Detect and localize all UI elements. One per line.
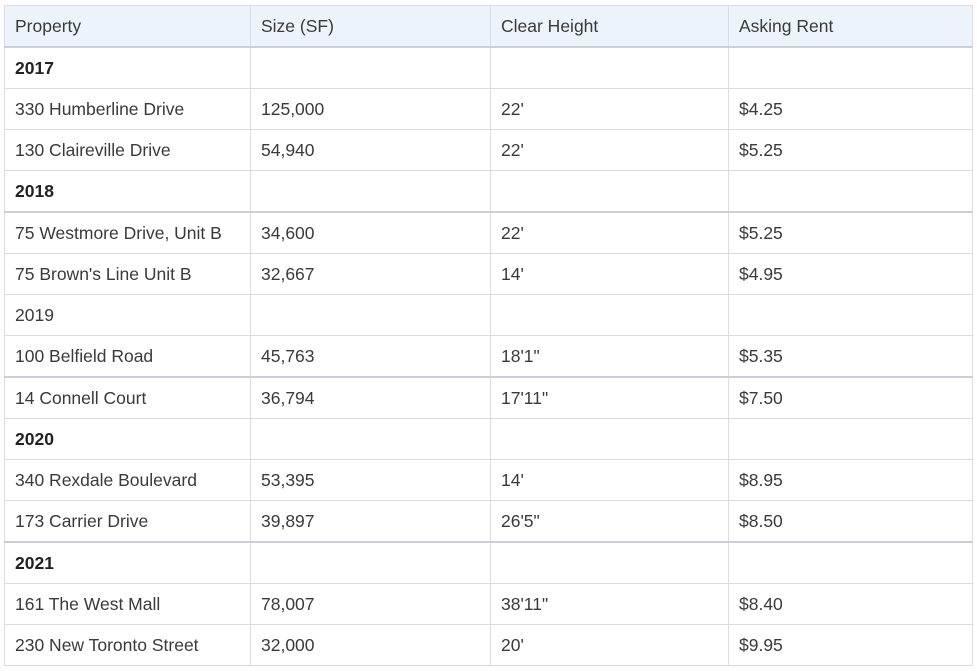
- year-label: 2018: [4, 170, 251, 213]
- table-row: 75 Brown's Line Unit B 32,667 14' $4.95: [4, 253, 973, 295]
- cell-size: 54,940: [250, 129, 491, 171]
- year-group-row: 2021: [4, 541, 973, 584]
- cell-size: [250, 541, 491, 584]
- properties-table: Property Size (SF) Clear Height Asking R…: [4, 5, 973, 666]
- table-row: 340 Rexdale Boulevard 53,395 14' $8.95: [4, 459, 973, 501]
- cell-property: 100 Belfield Road: [4, 335, 251, 378]
- cell-size: [250, 46, 491, 89]
- year-group-row: 2019: [4, 294, 973, 336]
- year-label: 2021: [4, 541, 251, 584]
- year-group-row: 2020: [4, 418, 973, 460]
- cell-property: 330 Humberline Drive: [4, 88, 251, 130]
- cell-size: 125,000: [250, 88, 491, 130]
- year-group-row: 2018: [4, 170, 973, 213]
- cell-size: 34,600: [250, 211, 491, 254]
- table-row: 130 Claireville Drive 54,940 22' $5.25: [4, 129, 973, 171]
- cell-property: 161 The West Mall: [4, 583, 251, 625]
- cell-asking-rent: [728, 418, 973, 460]
- cell-property: 14 Connell Court: [4, 376, 251, 419]
- cell-clear-height: [490, 170, 729, 213]
- cell-clear-height: [490, 541, 729, 584]
- table-row: 100 Belfield Road 45,763 18'1" $5.35: [4, 335, 973, 378]
- year-label: 2017: [4, 46, 251, 89]
- table-row: 14 Connell Court 36,794 17'11" $7.50: [4, 376, 973, 419]
- cell-size: [250, 294, 491, 336]
- cell-clear-height: 18'1": [490, 335, 729, 378]
- cell-clear-height: [490, 46, 729, 89]
- cell-size: 32,667: [250, 253, 491, 295]
- cell-size: 36,794: [250, 376, 491, 419]
- cell-property: 75 Westmore Drive, Unit B: [4, 211, 251, 254]
- table-row: 173 Carrier Drive 39,897 26'5" $8.50: [4, 500, 973, 543]
- table-row: 230 New Toronto Street 32,000 20' $9.95: [4, 624, 973, 666]
- cell-asking-rent: $9.95: [728, 624, 973, 666]
- cell-clear-height: 14': [490, 253, 729, 295]
- cell-size: 45,763: [250, 335, 491, 378]
- cell-clear-height: 26'5": [490, 500, 729, 543]
- year-group-row: 2017: [4, 46, 973, 89]
- cell-asking-rent: $8.40: [728, 583, 973, 625]
- cell-clear-height: [490, 294, 729, 336]
- cell-size: 53,395: [250, 459, 491, 501]
- cell-clear-height: 22': [490, 88, 729, 130]
- cell-property: 230 New Toronto Street: [4, 624, 251, 666]
- cell-asking-rent: [728, 294, 973, 336]
- cell-asking-rent: [728, 170, 973, 213]
- cell-clear-height: 17'11": [490, 376, 729, 419]
- cell-property: 340 Rexdale Boulevard: [4, 459, 251, 501]
- year-label: 2019: [4, 294, 251, 336]
- cell-property: 130 Claireville Drive: [4, 129, 251, 171]
- cell-clear-height: 14': [490, 459, 729, 501]
- header-row: Property Size (SF) Clear Height Asking R…: [4, 5, 973, 48]
- cell-size: 39,897: [250, 500, 491, 543]
- cell-size: [250, 170, 491, 213]
- year-label: 2020: [4, 418, 251, 460]
- cell-property: 173 Carrier Drive: [4, 500, 251, 543]
- table-row: 330 Humberline Drive 125,000 22' $4.25: [4, 88, 973, 130]
- table-row: 161 The West Mall 78,007 38'11" $8.40: [4, 583, 973, 625]
- cell-clear-height: 22': [490, 129, 729, 171]
- cell-size: [250, 418, 491, 460]
- column-header-size: Size (SF): [250, 5, 491, 48]
- table-body: 2017 330 Humberline Drive 125,000 22' $4.25 1…: [4, 46, 973, 666]
- cell-asking-rent: $7.50: [728, 376, 973, 419]
- column-header-asking-rent: Asking Rent: [728, 5, 973, 48]
- cell-asking-rent: [728, 541, 973, 584]
- cell-clear-height: [490, 418, 729, 460]
- cell-clear-height: 20': [490, 624, 729, 666]
- cell-asking-rent: [728, 46, 973, 89]
- column-header-clear-height: Clear Height: [490, 5, 729, 48]
- table-row: 75 Westmore Drive, Unit B 34,600 22' $5.25: [4, 211, 973, 254]
- cell-asking-rent: $4.95: [728, 253, 973, 295]
- cell-asking-rent: $5.25: [728, 129, 973, 171]
- properties-table-container: Property Size (SF) Clear Height Asking R…: [4, 5, 973, 666]
- table-header: Property Size (SF) Clear Height Asking R…: [4, 5, 973, 48]
- cell-asking-rent: $5.35: [728, 335, 973, 378]
- cell-size: 78,007: [250, 583, 491, 625]
- cell-asking-rent: $8.50: [728, 500, 973, 543]
- cell-size: 32,000: [250, 624, 491, 666]
- cell-property: 75 Brown's Line Unit B: [4, 253, 251, 295]
- column-header-property: Property: [4, 5, 251, 48]
- cell-asking-rent: $8.95: [728, 459, 973, 501]
- cell-asking-rent: $4.25: [728, 88, 973, 130]
- cell-clear-height: 38'11": [490, 583, 729, 625]
- cell-clear-height: 22': [490, 211, 729, 254]
- cell-asking-rent: $5.25: [728, 211, 973, 254]
